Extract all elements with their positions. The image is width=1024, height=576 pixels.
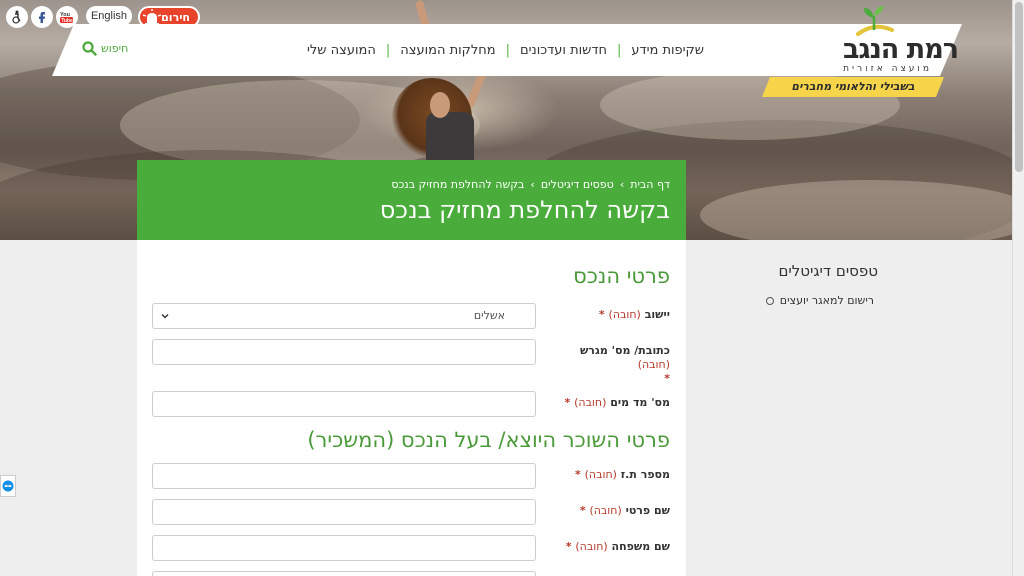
- search-button[interactable]: חיפוש: [82, 41, 128, 56]
- emergency-label: חירום: [161, 10, 190, 24]
- nav-separator: |: [616, 42, 622, 58]
- teamviewer-icon: [2, 480, 14, 492]
- water-meter-label: מס' מד מים (חובה) *: [564, 396, 670, 409]
- search-icon: [82, 41, 97, 56]
- id-number-field[interactable]: [152, 463, 536, 489]
- page-title: בקשה להחלפת מחזיק בנכס: [379, 196, 670, 224]
- breadcrumb-digital-forms[interactable]: טפסים דיגיטלים: [541, 178, 614, 191]
- breadcrumb-current: בקשה להחלפת מחזיק בנכס: [391, 178, 525, 191]
- nav-item-transparency[interactable]: שקיפות מידע: [631, 43, 704, 58]
- bullet-icon: [765, 296, 774, 305]
- search-label: חיפוש: [101, 42, 129, 55]
- logo-name: רמת הנגב: [843, 34, 959, 65]
- next-field-partial[interactable]: [152, 571, 536, 576]
- chevron-down-icon: [161, 314, 169, 319]
- youtube-icon: You Tube: [60, 12, 73, 24]
- accessibility-button[interactable]: [6, 6, 28, 28]
- id-number-label: מספר ת.ז (חובה) *: [575, 468, 670, 481]
- breadcrumb: דף הבית › טפסים דיגיטלים › בקשה להחלפת מ…: [391, 178, 670, 191]
- sprout-icon: [856, 6, 894, 36]
- first-name-label: שם פרטי (חובה) *: [579, 504, 670, 517]
- sidebar-title: טפסים דיגיטלים: [778, 262, 878, 280]
- address-field[interactable]: [152, 339, 536, 365]
- settlement-select[interactable]: אשלים: [152, 303, 536, 329]
- page-scrollbar[interactable]: [1012, 0, 1024, 576]
- logo-tagline: בשבילי והלאומי מחברים: [762, 77, 944, 97]
- english-language-button[interactable]: English: [86, 6, 132, 26]
- page-header: דף הבית › טפסים דיגיטלים › בקשה להחלפת מ…: [137, 160, 686, 240]
- last-name-field[interactable]: [152, 535, 536, 561]
- section-title-tenant: פרטי השוכר היוצא/ בעל הנכס (המשכיר): [307, 428, 670, 452]
- address-label: כתובת/ מס' מגרש (חובה) *: [579, 344, 670, 385]
- facebook-link[interactable]: [31, 6, 53, 28]
- sidebar-item-consultants[interactable]: רישום למאגר יועצים: [765, 294, 874, 307]
- nav-item-news[interactable]: חדשות ועדכונים: [520, 43, 607, 58]
- nav-item-departments[interactable]: מחלקות המועצה: [400, 43, 495, 58]
- remote-support-tab[interactable]: [0, 475, 16, 497]
- sidebar-item-label: רישום למאגר יועצים: [779, 294, 874, 307]
- main-nav: המועצה שלי | מחלקות המועצה | חדשות ועדכו…: [307, 40, 704, 60]
- last-name-label: שם משפחה (חובה) *: [565, 540, 670, 553]
- logo-subtitle: מועצה אזורית: [843, 64, 932, 74]
- logo[interactable]: רמת הנגב מועצה אזורית: [808, 6, 959, 76]
- facebook-icon: [39, 12, 45, 23]
- nav-item-my-council[interactable]: המועצה שלי: [307, 43, 376, 58]
- section-title-property: פרטי הנכס: [573, 264, 670, 288]
- settlement-select-value: אשלים: [473, 309, 505, 322]
- nav-separator: |: [505, 42, 510, 58]
- accessibility-icon: [12, 10, 21, 24]
- form-card: פרטי הנכס יישוב (חובה) * אשלים כתובת/ מס…: [137, 240, 686, 576]
- svg-text:Tube: Tube: [61, 18, 73, 24]
- breadcrumb-home[interactable]: דף הבית: [630, 178, 670, 191]
- water-meter-field[interactable]: [152, 391, 536, 417]
- breadcrumb-separator: ›: [619, 178, 625, 191]
- breadcrumb-separator: ›: [530, 178, 535, 191]
- settlement-label: יישוב (חובה) *: [598, 308, 670, 321]
- nav-separator: |: [385, 42, 391, 58]
- first-name-field[interactable]: [152, 499, 536, 525]
